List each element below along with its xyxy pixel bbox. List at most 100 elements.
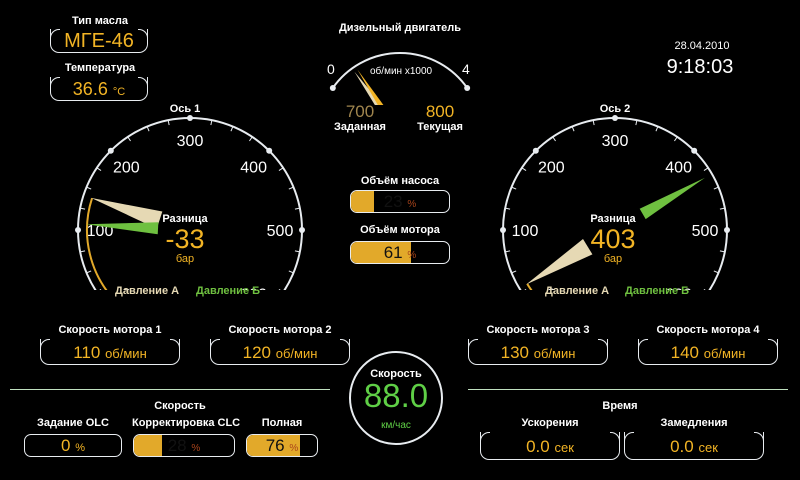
clc-unit: %	[191, 443, 201, 454]
motor-volume-bar: 61 %	[350, 241, 450, 264]
oil-temp-label: Температура	[64, 62, 136, 74]
decel-label: Замедления	[660, 417, 728, 429]
motor-speed-1-label: Скорость мотора 1	[58, 324, 162, 336]
pump-volume-label: Объём насоса	[360, 175, 440, 187]
gauge-major-tick	[612, 115, 618, 121]
axis2-legend-a: Давление А	[545, 285, 610, 297]
engine-arc-end-dot	[329, 84, 336, 91]
motor-speed-3-value: 130	[500, 343, 529, 362]
axis1-diff-value: -33	[165, 224, 205, 254]
gauge-major-tick	[107, 147, 114, 154]
full-readout: 76 %	[247, 436, 317, 456]
speed-unit: км/час	[381, 420, 411, 431]
gauge-major-tick	[75, 227, 81, 233]
gauge-tick-label: 500	[692, 223, 719, 240]
motor-speed-2-box: 120 об/мин	[210, 339, 350, 365]
full-unit: %	[289, 443, 299, 454]
gauge-minor-tick	[524, 289, 527, 290]
full-bar: 76 %	[246, 434, 318, 457]
motor-speed-3-box: 130 об/мин	[468, 339, 608, 365]
oil-temp-box: 36.6 °C	[50, 77, 148, 101]
olc-box: 0 %	[24, 434, 122, 457]
gauge-major-tick	[691, 147, 698, 154]
gauge-minor-tick	[511, 186, 517, 190]
motor-speed-3-label: Скорость мотора 3	[486, 324, 590, 336]
pump-volume-value: 23	[383, 192, 403, 211]
oil-type-box: МГЕ-46	[50, 29, 148, 53]
motor-speed-2-readout: 120 об/мин	[211, 343, 349, 363]
oil-temp-value: 36.6	[72, 79, 108, 99]
motor-speed-3-readout: 130 об/мин	[469, 343, 607, 363]
speed-value: 88.0	[363, 377, 429, 414]
gauge-minor-tick	[96, 167, 102, 171]
clc-label: Корректировка CLC	[132, 417, 241, 429]
clc-value: 28	[167, 436, 187, 455]
motor-speed-4-readout: 140 об/мин	[639, 343, 777, 363]
gauge-major-tick	[532, 147, 539, 154]
full-value: 76	[265, 436, 285, 455]
pump-volume-unit: %	[407, 199, 417, 210]
oil-type-value: МГЕ-46	[64, 30, 134, 52]
axis2-diff-value: 403	[590, 224, 636, 254]
motor-volume-value: 61	[383, 243, 403, 262]
gauge-minor-tick	[703, 289, 706, 290]
gauge-major-tick	[187, 115, 193, 121]
axis1-diff-unit: бар	[175, 253, 195, 265]
engine-set-value: 700	[345, 102, 375, 121]
engine-scale-min: 0	[327, 61, 335, 77]
motor-speed-1-unit: об/мин	[105, 346, 147, 361]
motor-speed-1-readout: 110 об/мин	[41, 343, 179, 363]
gauge-tick-label: 100	[512, 223, 539, 240]
pressure-a-arc	[526, 283, 533, 290]
gauge-minor-tick	[288, 186, 294, 190]
engine-set-label: Заданная	[334, 121, 386, 133]
gauge-minor-tick	[703, 167, 709, 171]
engine-current-value: 800	[425, 102, 455, 121]
axis2-legend-b: Давление Б	[625, 285, 690, 297]
engine-unit: об/мин x1000	[370, 66, 433, 77]
motor-speed-4-box: 140 об/мин	[638, 339, 778, 365]
gauge-minor-tick	[288, 270, 294, 274]
gauge-minor-tick	[146, 126, 150, 132]
gauge-major-tick	[500, 227, 506, 233]
speed-section-title: Скорость	[154, 400, 206, 412]
gauge-major-tick	[299, 227, 305, 233]
gauge-tick-label: 400	[665, 159, 692, 176]
olc-value: 0	[61, 436, 71, 455]
pressure-b-needle	[639, 177, 705, 220]
clc-bar: 28 %	[133, 434, 235, 457]
motor-speed-4-label: Скорость мотора 4	[656, 324, 760, 336]
decel-unit: сек	[698, 440, 718, 455]
olc-readout: 0 %	[25, 436, 121, 456]
clc-readout: 28 %	[134, 436, 234, 456]
gauge-minor-tick	[99, 289, 102, 290]
oil-temp-readout: 36.6 °C	[51, 79, 147, 100]
axis2-diff-unit: бар	[603, 253, 623, 265]
pressure-a-arc	[86, 197, 108, 290]
gauge-minor-tick	[127, 136, 131, 142]
gauge-tick-label: 300	[602, 133, 629, 150]
olc-label: Задание OLC	[37, 417, 109, 429]
pump-volume-bar: 23 %	[350, 190, 450, 213]
separator-right	[468, 389, 788, 390]
full-label: Полная	[261, 417, 303, 429]
engine-current-label: Текущая	[417, 121, 463, 133]
gauge-minor-tick	[713, 270, 719, 274]
decel-value: 0.0	[670, 437, 694, 456]
gauge-minor-tick	[278, 289, 281, 290]
accel-unit: сек	[554, 440, 574, 455]
time-section-title: Время	[602, 400, 638, 412]
motor-volume-unit: %	[407, 250, 417, 261]
engine-arc-end-dot	[464, 84, 471, 91]
motor-speed-1-box: 110 об/мин	[40, 339, 180, 365]
gauge-minor-tick	[86, 270, 92, 274]
engine-scale-max: 4	[462, 61, 470, 77]
oil-temp-unit: °C	[112, 86, 126, 98]
gauge-tick-label: 500	[267, 223, 294, 240]
gauge-minor-tick	[674, 136, 678, 142]
gauge-minor-tick	[249, 136, 253, 142]
motor-speed-4-value: 140	[670, 343, 699, 362]
motor-speed-2-label: Скорость мотора 2	[228, 324, 332, 336]
gauge-minor-tick	[230, 126, 234, 132]
gauge-tick-label: 400	[240, 159, 267, 176]
